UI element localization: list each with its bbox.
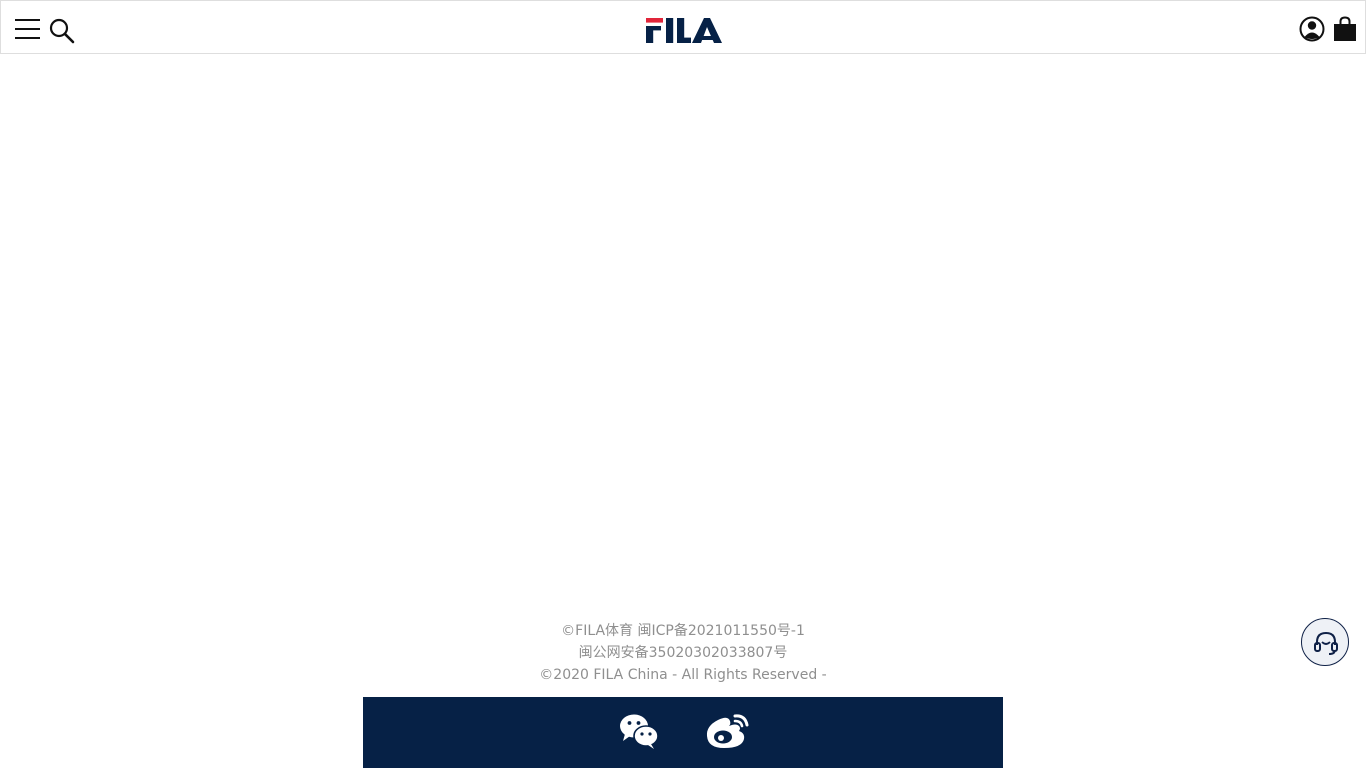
site-header bbox=[0, 0, 1366, 54]
footer-copyright: ©2020 FILA China - All Rights Reserved - bbox=[539, 667, 827, 683]
footer-legal-info: ©FILA体育 闽ICP备2021011550号-1 闽公网安备35020302… bbox=[363, 620, 1003, 686]
weibo-icon bbox=[706, 714, 749, 748]
customer-service-headset-icon bbox=[1314, 631, 1338, 655]
weibo-button[interactable] bbox=[704, 712, 750, 750]
customer-service-button[interactable] bbox=[1301, 618, 1349, 666]
wechat-icon bbox=[620, 714, 659, 749]
page: ©FILA体育 闽ICP备2021011550号-1 闽公网安备35020302… bbox=[0, 0, 1366, 768]
wechat-button[interactable] bbox=[619, 712, 659, 750]
fila-logo[interactable] bbox=[646, 17, 723, 44]
footer-police-line[interactable]: 闽公网安备35020302033807号 bbox=[363, 642, 1003, 664]
search-icon bbox=[49, 18, 75, 44]
search-button[interactable] bbox=[49, 18, 75, 44]
cart-button[interactable] bbox=[1333, 16, 1357, 42]
account-button[interactable] bbox=[1299, 16, 1325, 42]
footer-icp-line[interactable]: ©FILA体育 闽ICP备2021011550号-1 bbox=[363, 620, 1003, 642]
social-bar bbox=[363, 697, 1003, 768]
hamburger-menu-icon bbox=[15, 19, 40, 39]
user-account-icon bbox=[1299, 16, 1325, 42]
fila-logo-mark bbox=[646, 18, 722, 43]
shopping-bag-icon bbox=[1334, 16, 1356, 41]
menu-button[interactable] bbox=[15, 17, 41, 41]
